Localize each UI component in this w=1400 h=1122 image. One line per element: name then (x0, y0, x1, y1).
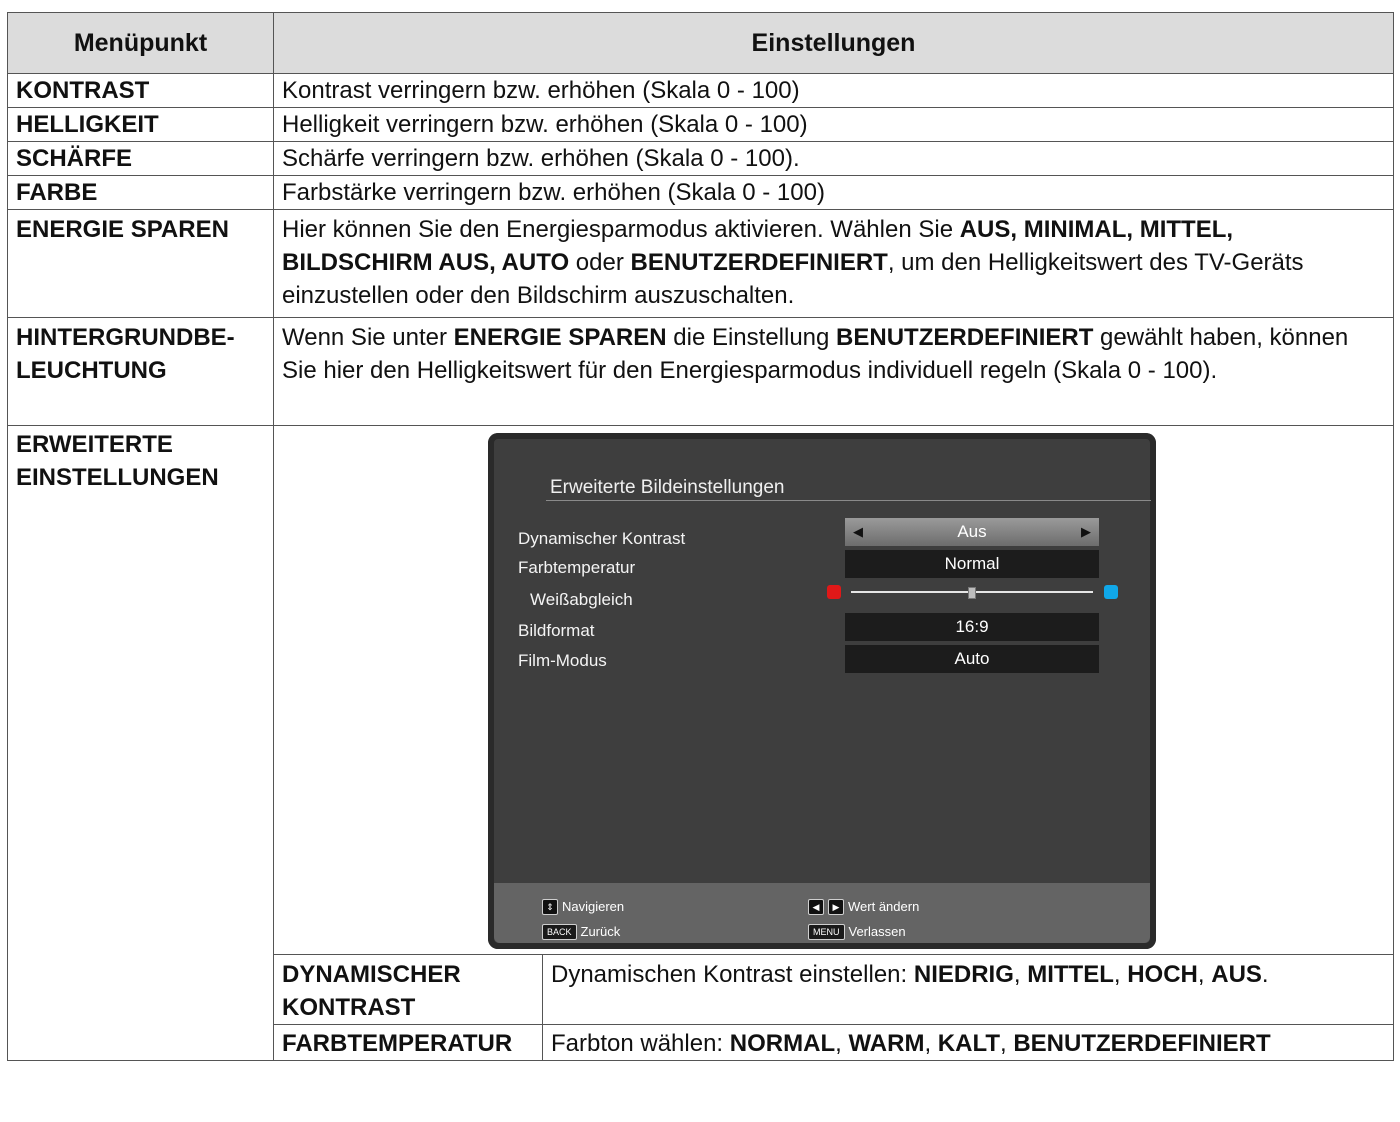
item-line: LEUCHTUNG (16, 357, 167, 384)
row-desc: Hier können Sie den Energiesparmodus akt… (273, 209, 1394, 318)
tv-menu-footer: ⇕ Navigieren ◀▶ Wert ändern BACK Zurück (494, 883, 1150, 943)
desc-text: , (924, 1030, 938, 1057)
sub-table-row: FARBTEMPERATUR Farbton wählen: NORMAL, W… (274, 1024, 1393, 1060)
table-row: KONTRAST Kontrast verringern bzw. erhöhe… (7, 73, 1394, 108)
table-row: FARBE Farbstärke verringern bzw. erhöhen… (7, 175, 1394, 210)
footer-exit: MENU Verlassen (808, 915, 906, 948)
sub-table-row: DYNAMISCHER KONTRAST Dynamischen Kontrast… (274, 954, 1393, 1025)
desc-text: Hier können Sie den Energiesparmodus akt… (282, 216, 960, 243)
header-menu-item: Menüpunkt (7, 12, 274, 74)
desc-bold: NIEDRIG (913, 961, 1014, 988)
sub-item: DYNAMISCHER KONTRAST (274, 954, 543, 1025)
item-line: EINSTELLUNGEN (16, 464, 219, 491)
row-item: HELLIGKEIT (7, 107, 274, 142)
footer-back: BACK Zurück (542, 915, 620, 948)
color-temp-value[interactable]: Normal (845, 550, 1099, 578)
item-line: KONTRAST (282, 994, 416, 1021)
desc-bold: HOCH (1127, 961, 1198, 988)
desc-text: , (1013, 961, 1028, 988)
dyn-contrast-value-text: Aus (957, 522, 987, 541)
row-desc: Farbstärke verringern bzw. erhöhen (Skal… (273, 175, 1394, 210)
row-desc: Kontrast verringern bzw. erhöhen (Skala … (273, 73, 1394, 108)
row-desc: Schärfe verringern bzw. erhöhen (Skala 0… (273, 141, 1394, 176)
sub-desc: Dynamischen Kontrast einstellen: NIEDRIG… (542, 954, 1393, 1025)
table-row: HELLIGKEIT Helligkeit verringern bzw. er… (7, 107, 1394, 142)
row-item: ENERGIE SPAREN (7, 209, 274, 318)
sub-desc: Farbton wählen: NORMAL, WARM, KALT, BENU… (542, 1024, 1393, 1060)
tv-menu-screen: Erweiterte Bildeinstellungen Dynamischer… (488, 433, 1156, 949)
advanced-settings-cell: Erweiterte Bildeinstellungen Dynamischer… (273, 425, 1394, 1061)
desc-text: , (1197, 961, 1212, 988)
desc-bold: KALT (937, 1030, 1000, 1057)
desc-text: , (999, 1030, 1014, 1057)
film-mode-label: Film-Modus (518, 651, 607, 670)
desc-text: oder (569, 249, 631, 276)
tv-title-divider (546, 500, 1151, 501)
table-row: HINTERGRUNDBE- LEUCHTUNG Wenn Sie unter E… (7, 317, 1394, 426)
row-desc: Wenn Sie unter ENERGIE SPAREN die Einste… (273, 317, 1394, 426)
arrow-left-icon[interactable]: ◀ (853, 518, 863, 546)
item-line: ERWEITERTE (16, 431, 173, 458)
header-settings: Einstellungen (273, 12, 1394, 74)
table-header-row: Menüpunkt Einstellungen (7, 12, 1394, 74)
color-temp-label: Farbtemperatur (518, 558, 636, 577)
red-marker-icon (827, 585, 841, 599)
sub-item: FARBTEMPERATUR (274, 1024, 543, 1060)
right-key-icon: ▶ (828, 898, 844, 915)
table-row: ENERGIE SPAREN Hier können Sie den Energ… (7, 209, 1394, 318)
desc-text: , (835, 1030, 849, 1057)
film-mode-value[interactable]: Auto (845, 645, 1099, 673)
desc-bold: WARM (848, 1030, 925, 1057)
table-row: ERWEITERTE EINSTELLUNGEN Erweiterte Bilde… (7, 425, 1394, 1061)
row-desc: Helligkeit verringern bzw. erhöhen (Skal… (273, 107, 1394, 142)
desc-text: die Einstellung (666, 324, 837, 351)
row-item: KONTRAST (7, 73, 274, 108)
footer-back-label: Zurück (580, 924, 621, 939)
desc-text: Wenn Sie unter (282, 324, 454, 351)
blue-marker-icon (1104, 585, 1118, 599)
desc-text: , (1113, 961, 1128, 988)
footer-exit-label: Verlassen (848, 924, 906, 939)
settings-table: Menüpunkt Einstellungen KONTRAST Kontras… (7, 12, 1394, 1061)
desc-bold: NORMAL (729, 1030, 836, 1057)
desc-text: Farbton wählen: (551, 1030, 730, 1057)
up-down-key-icon: ⇕ (542, 898, 558, 915)
back-key-icon: BACK (542, 923, 577, 940)
desc-bold: BENUTZERDEFINIERT (630, 249, 888, 276)
item-line: DYNAMISCHER (282, 961, 461, 988)
desc-bold: ENERGIE SPAREN (453, 324, 667, 351)
format-label: Bildformat (518, 621, 595, 640)
format-value[interactable]: 16:9 (845, 613, 1099, 641)
desc-bold: MITTEL (1027, 961, 1114, 988)
desc-bold: BENUTZERDEFINIERT (1013, 1030, 1271, 1057)
white-balance-slider-handle[interactable] (968, 587, 976, 599)
item-line: HINTERGRUNDBE- (16, 324, 235, 351)
row-item: ERWEITERTE EINSTELLUNGEN (7, 425, 274, 1061)
arrow-right-icon[interactable]: ▶ (1081, 518, 1091, 546)
desc-bold: BENUTZERDEFINIERT (836, 324, 1094, 351)
manual-page: Menüpunkt Einstellungen KONTRAST Kontras… (7, 12, 1394, 1061)
row-item: SCHÄRFE (7, 141, 274, 176)
desc-text: Dynamischen Kontrast einstellen: (551, 961, 914, 988)
desc-text: . (1261, 961, 1269, 988)
white-balance-label: Weißabgleich (530, 590, 633, 609)
desc-bold: AUS (1211, 961, 1262, 988)
dyn-contrast-value[interactable]: ◀ Aus ▶ (845, 518, 1099, 546)
left-key-icon: ◀ (808, 898, 824, 915)
table-row: SCHÄRFE Schärfe verringern bzw. erhöhen … (7, 141, 1394, 176)
menu-key-icon: MENU (808, 923, 845, 940)
tv-screenshot-area: Erweiterte Bildeinstellungen Dynamischer… (274, 426, 1393, 954)
row-item: HINTERGRUNDBE- LEUCHTUNG (7, 317, 274, 426)
sub-settings-table: DYNAMISCHER KONTRAST Dynamischen Kontrast… (274, 954, 1393, 1060)
row-item: FARBE (7, 175, 274, 210)
